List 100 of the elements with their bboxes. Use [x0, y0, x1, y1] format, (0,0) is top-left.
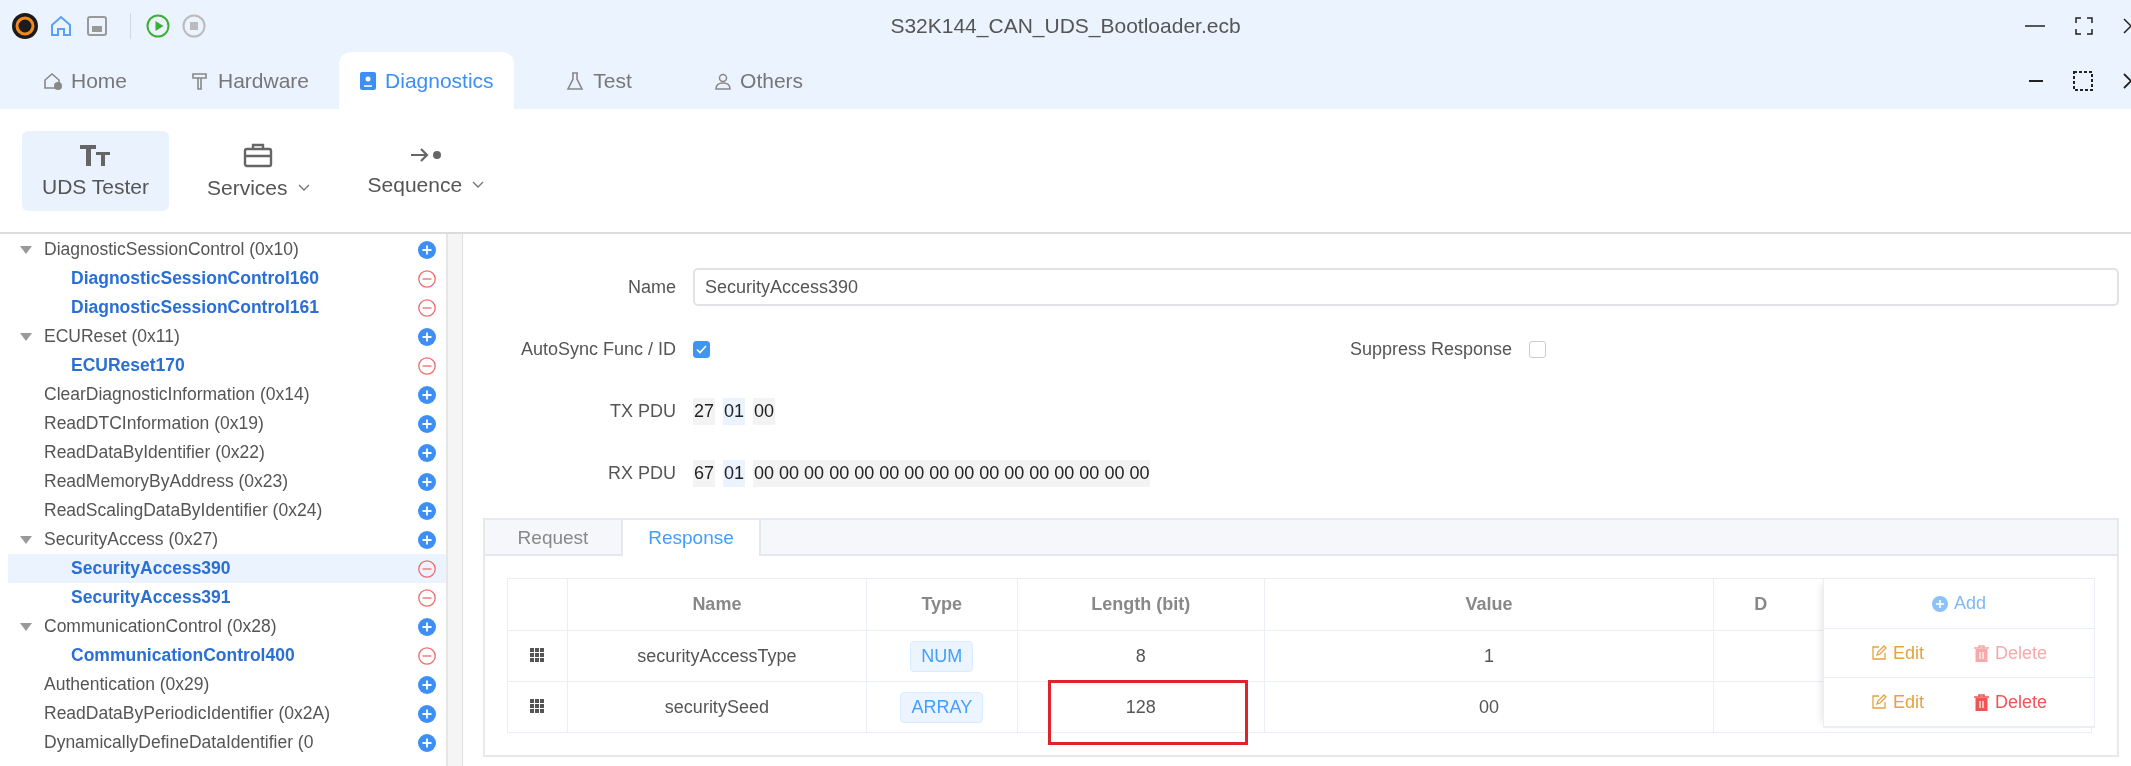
nav-tab[interactable]: Test [523, 52, 674, 109]
stop-icon[interactable] [182, 14, 206, 38]
tree-item[interactable]: DiagnosticSessionControl160 [8, 264, 446, 293]
minimize-icon[interactable] [2025, 24, 2045, 28]
add-icon[interactable] [418, 327, 436, 346]
maximize-icon[interactable] [2075, 17, 2093, 35]
tree-item[interactable]: SecurityAccess391 [8, 583, 446, 612]
table-cell: securityAccessType [567, 630, 867, 682]
tree-item[interactable]: CommunicationControl400 [8, 641, 446, 670]
type-tag: ARRAY [900, 691, 984, 723]
add-icon[interactable] [418, 443, 436, 462]
caret-icon[interactable] [20, 332, 32, 341]
tree-item[interactable]: ReadScalingDataByIdentifier (0x24) [8, 496, 446, 525]
tree-item[interactable]: CommunicationControl (0x28) [8, 612, 446, 641]
toolbox-icon [243, 141, 274, 168]
chevron-down-icon [472, 180, 485, 189]
tree-item[interactable]: DynamicallyDefineDataIdentifier (0 [8, 728, 446, 757]
user-icon [714, 71, 733, 90]
tree-item[interactable]: ECUReset (0x11) [8, 322, 446, 351]
home-icon [43, 70, 63, 91]
toolbar-button[interactable]: UDS Tester [22, 130, 169, 211]
close-icon[interactable] [2123, 72, 2131, 89]
add-icon[interactable] [418, 675, 436, 694]
table-cell: 8 [1017, 630, 1265, 682]
field-label: Name [627, 276, 677, 298]
add-icon[interactable] [418, 385, 436, 404]
play-icon[interactable] [146, 14, 170, 38]
edit-icon [1870, 645, 1887, 661]
field-label: Suppress Response [1349, 338, 1513, 360]
remove-icon[interactable] [418, 269, 436, 288]
add-icon[interactable] [418, 617, 436, 636]
drag-handle-icon[interactable] [530, 698, 545, 713]
nav-tab[interactable]: Others [683, 52, 834, 109]
tree-item[interactable]: ReadDTCInformation (0x19) [8, 409, 446, 438]
window-title: S32K144_CAN_UDS_Bootloader.ecb [890, 14, 1241, 38]
checkmark-icon [696, 344, 707, 354]
field-label: RX PDU [607, 462, 677, 484]
add-icon[interactable] [418, 414, 436, 433]
text-size-icon [79, 142, 112, 167]
add-icon[interactable] [418, 501, 436, 520]
checkbox[interactable] [1529, 340, 1546, 358]
home-icon[interactable] [50, 15, 72, 37]
remove-icon[interactable] [418, 559, 436, 578]
pdu-byte: 01 [723, 397, 746, 425]
close-icon[interactable] [2123, 18, 2131, 34]
column-header: Name [567, 578, 867, 631]
pdu-byte: 01 [723, 459, 746, 487]
save-icon[interactable] [86, 15, 108, 37]
tab[interactable]: Response [623, 520, 761, 556]
minimize-icon[interactable] [2029, 78, 2043, 83]
add-icon[interactable] [418, 472, 436, 491]
remove-icon[interactable] [418, 646, 436, 665]
field-label: AutoSync Func / ID [519, 338, 677, 360]
trash-icon [1974, 644, 1989, 662]
table-cell: 1 [1264, 630, 1714, 682]
nav-tab[interactable]: Home [10, 52, 160, 109]
pdu-byte: 27 [693, 397, 716, 425]
remove-icon[interactable] [418, 588, 436, 607]
add-icon[interactable] [418, 530, 436, 549]
checkbox[interactable] [693, 340, 710, 358]
caret-icon[interactable] [20, 245, 32, 254]
field-label: TX PDU [609, 400, 677, 422]
toolbar-button[interactable]: Services [187, 129, 330, 212]
tree-item[interactable]: ReadMemoryByAddress (0x23) [8, 467, 446, 496]
type-tag: NUM [910, 640, 974, 672]
hammer-icon [190, 70, 210, 91]
add-icon[interactable] [418, 733, 436, 752]
pdu-byte: 00 00 00 00 00 00 00 00 00 00 00 00 00 00 00 00 [753, 459, 1151, 487]
document-icon [359, 70, 378, 91]
nav-tab[interactable]: Hardware [170, 52, 330, 109]
tree-item[interactable]: ReadDataByIdentifier (0x22) [8, 438, 446, 467]
add-icon[interactable] [418, 704, 436, 723]
tree-item[interactable]: SecurityAccess390 [8, 554, 446, 583]
pdu-byte: 67 [693, 459, 716, 487]
restore-icon[interactable] [2073, 70, 2093, 91]
remove-icon[interactable] [418, 298, 436, 317]
scrollbar[interactable] [448, 234, 463, 766]
drag-handle-icon[interactable] [530, 647, 545, 662]
tree-item[interactable]: ClearDiagnosticInformation (0x14) [8, 380, 446, 409]
tree-item[interactable]: Authentication (0x29) [8, 670, 446, 699]
column-header: Length (bit) [1017, 578, 1265, 631]
nav-tab[interactable]: Diagnostics [339, 52, 514, 109]
tree-item[interactable]: SecurityAccess (0x27) [8, 525, 446, 554]
delete-button[interactable]: Delete [1974, 691, 2048, 713]
tree-item[interactable]: DiagnosticSessionControl161 [8, 293, 446, 322]
caret-icon[interactable] [20, 622, 32, 631]
pdu-byte: 00 [753, 397, 776, 425]
caret-icon[interactable] [20, 535, 32, 544]
remove-icon[interactable] [418, 356, 436, 375]
tree-item[interactable]: DiagnosticSessionControl (0x10) [8, 235, 446, 264]
tree-item[interactable]: ECUReset170 [8, 351, 446, 380]
logo-icon [11, 12, 39, 40]
edit-icon [1870, 694, 1887, 710]
table-cell: securitySeed [567, 681, 867, 733]
add-icon[interactable] [418, 240, 436, 259]
plus-circle-icon [1932, 595, 1948, 612]
name-input[interactable]: SecurityAccess390 [693, 268, 2119, 306]
tree-item[interactable]: ReadDataByPeriodicIdentifier (0x2A) [8, 699, 446, 728]
toolbar-button[interactable]: Sequence [347, 132, 505, 209]
table-cell: 00 [1264, 681, 1714, 733]
